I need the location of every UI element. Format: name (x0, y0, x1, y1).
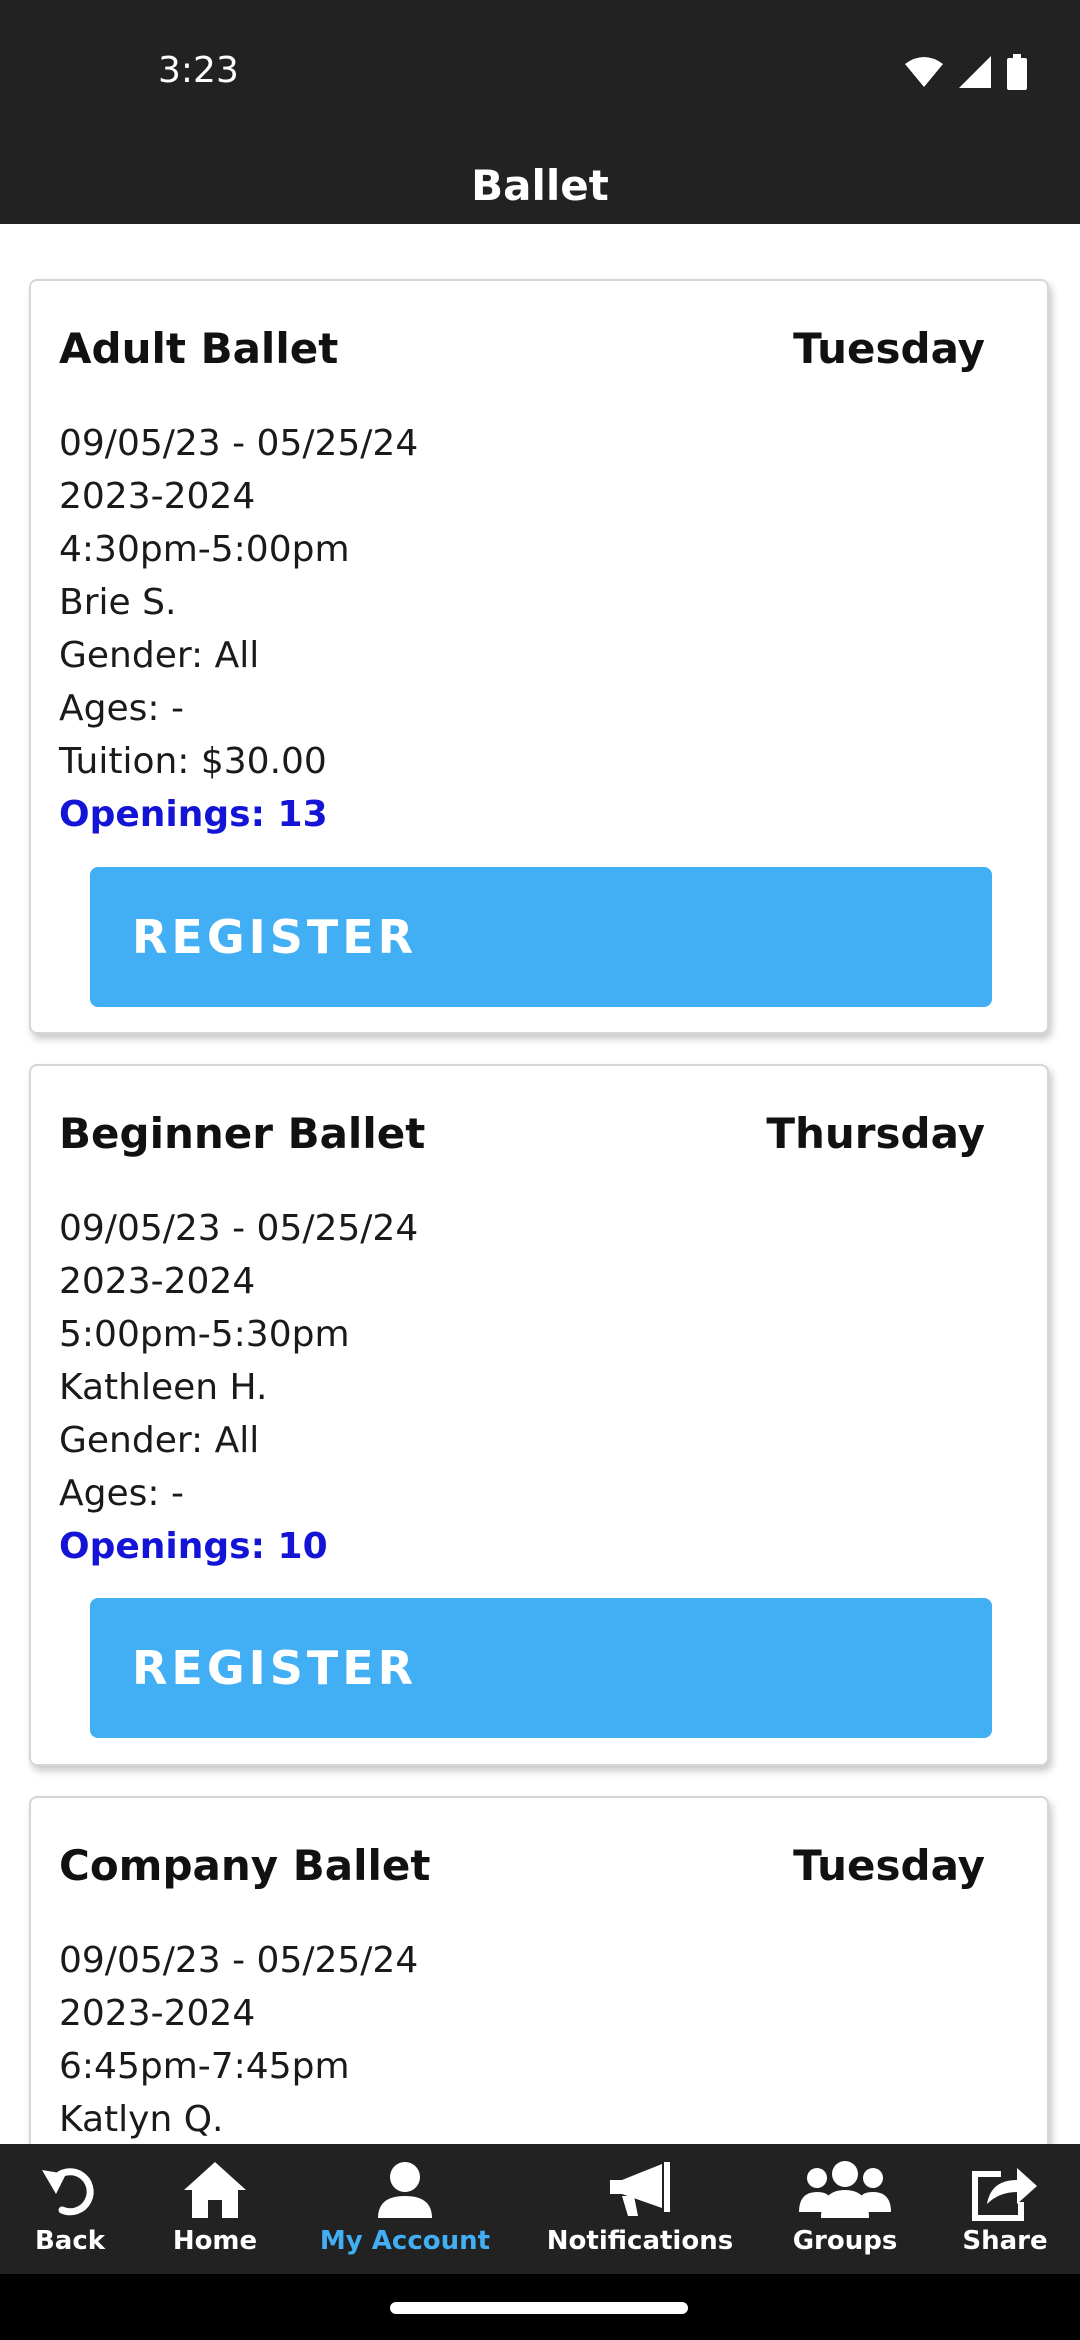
class-day: Tuesday (793, 324, 985, 373)
class-openings: Openings: 13 (59, 794, 328, 835)
nav-label: Groups (792, 2226, 898, 2256)
share-icon (972, 2168, 1037, 2221)
nav-label: My Account (319, 2226, 491, 2256)
card-header: Adult Ballet Tuesday (59, 321, 985, 377)
card-header: Beginner Ballet Thursday (59, 1106, 985, 1162)
nav-label: Notifications (546, 2226, 734, 2256)
class-ages: Ages: - (59, 688, 184, 729)
class-time: 4:30pm-5:00pm (59, 529, 350, 570)
class-dates: 09/05/23 - 05/25/24 (59, 423, 419, 464)
status-icons (904, 52, 1028, 92)
class-gender: Gender: All (59, 635, 260, 676)
page-title: Ballet (471, 161, 609, 210)
class-name: Company Ballet (59, 1841, 431, 1890)
class-instructor: Brie S. (59, 582, 177, 623)
nav-home[interactable]: Home (150, 2144, 280, 2274)
class-time: 5:00pm-5:30pm (59, 1314, 350, 1355)
nav-notifications[interactable]: Notifications (545, 2144, 735, 2274)
class-name: Beginner Ballet (59, 1109, 426, 1158)
bottom-nav: Back Home My Account Notifications Group… (0, 2144, 1080, 2274)
class-details: 09/05/23 - 05/25/24 2023-2024 5:00pm-5:3… (59, 1202, 418, 1573)
class-season: 2023-2024 (59, 1261, 256, 1302)
card-header: Company Ballet Tuesday (59, 1838, 985, 1894)
class-ages: Ages: - (59, 1473, 184, 1514)
signal-icon (959, 56, 991, 88)
status-bar: 3:23 (0, 0, 1080, 148)
register-button[interactable]: REGISTER (90, 867, 992, 1007)
class-season: 2023-2024 (59, 476, 256, 517)
class-tuition: Tuition: $30.00 (59, 741, 327, 782)
title-bar: Ballet (0, 148, 1080, 224)
register-button[interactable]: REGISTER (90, 1598, 992, 1738)
nav-label: Back (34, 2226, 106, 2256)
class-instructor: Katlyn Q. (59, 2099, 224, 2140)
nav-back[interactable]: Back (0, 2144, 140, 2274)
class-instructor: Kathleen H. (59, 1367, 268, 1408)
nav-groups[interactable]: Groups (785, 2144, 905, 2274)
nav-share[interactable]: Share (950, 2144, 1060, 2274)
home-icon (184, 2162, 246, 2218)
gesture-handle[interactable] (390, 2302, 688, 2314)
class-name: Adult Ballet (59, 324, 339, 373)
class-dates: 09/05/23 - 05/25/24 (59, 1940, 419, 1981)
class-details: 09/05/23 - 05/25/24 2023-2024 6:45pm-7:4… (59, 1934, 418, 2144)
account-icon (378, 2162, 432, 2218)
nav-label: Home (172, 2226, 258, 2256)
class-card-company-ballet: Company Ballet Tuesday 09/05/23 - 05/25/… (29, 1796, 1049, 2144)
class-day: Tuesday (793, 1841, 985, 1890)
battery-icon (1007, 54, 1027, 90)
groups-icon (799, 2161, 891, 2218)
class-day: Thursday (766, 1109, 985, 1158)
back-icon (42, 2168, 94, 2216)
class-card-beginner-ballet: Beginner Ballet Thursday 09/05/23 - 05/2… (29, 1064, 1049, 1766)
class-openings: Openings: 10 (59, 1526, 328, 1567)
class-dates: 09/05/23 - 05/25/24 (59, 1208, 419, 1249)
nav-my-account[interactable]: My Account (315, 2144, 495, 2274)
megaphone-icon (610, 2162, 670, 2216)
status-time: 3:23 (158, 50, 239, 91)
gesture-bar (0, 2274, 1080, 2340)
nav-label: Share (962, 2226, 1048, 2256)
class-gender: Gender: All (59, 1420, 260, 1461)
class-card-adult-ballet: Adult Ballet Tuesday 09/05/23 - 05/25/24… (29, 279, 1049, 1034)
class-time: 6:45pm-7:45pm (59, 2046, 350, 2087)
class-season: 2023-2024 (59, 1993, 256, 2034)
class-details: 09/05/23 - 05/25/24 2023-2024 4:30pm-5:0… (59, 417, 418, 841)
class-list[interactable]: Adult Ballet Tuesday 09/05/23 - 05/25/24… (0, 224, 1080, 2144)
wifi-icon (905, 57, 943, 87)
